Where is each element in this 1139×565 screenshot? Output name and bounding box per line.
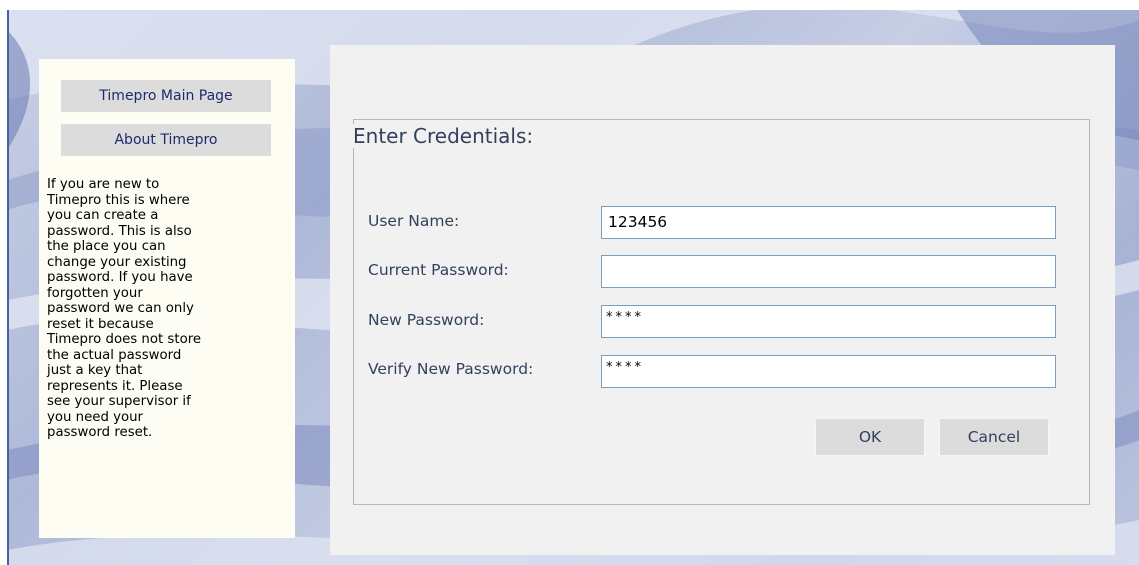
page: Timepro Main Page About Timepro If you a… [0, 0, 1139, 565]
current-password-field[interactable] [601, 255, 1056, 288]
credentials-legend: Enter Credentials: [353, 124, 538, 148]
user-name-field[interactable]: 123456 [601, 206, 1056, 239]
new-password-field[interactable]: **** [601, 305, 1056, 338]
verify-new-password-label: Verify New Password: [368, 360, 534, 378]
user-name-label: User Name: [368, 212, 460, 230]
cancel-button[interactable]: Cancel [939, 418, 1049, 456]
ok-button[interactable]: OK [815, 418, 925, 456]
about-timepro-button[interactable]: About Timepro [61, 124, 271, 156]
credentials-panel [330, 45, 1115, 555]
current-password-label: Current Password: [368, 261, 509, 279]
verify-new-password-field[interactable]: **** [601, 355, 1056, 388]
timepro-main-page-button[interactable]: Timepro Main Page [61, 80, 271, 112]
sidebar: Timepro Main Page About Timepro If you a… [39, 59, 295, 538]
sidebar-help-text: If you are new to Timepro this is where … [47, 177, 202, 440]
left-border-rule [7, 10, 9, 565]
new-password-label: New Password: [368, 311, 485, 329]
